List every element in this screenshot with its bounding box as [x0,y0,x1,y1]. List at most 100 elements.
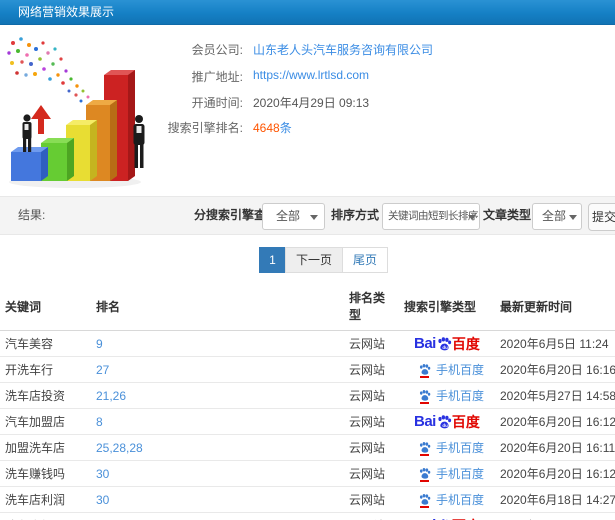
engine-rank-value: 4648条 [253,119,292,136]
engine-cell: 手机百度 [399,486,495,513]
bar-blue [11,147,48,181]
confetti-dots [7,37,95,105]
open-time-value: 2020年4月29日 09:13 [253,96,370,110]
businessman-left [22,114,32,152]
keyword-cell: 加盟洗车店 [0,434,91,461]
rank-type-cell: 云网站 [344,434,399,461]
chevron-down-icon [310,215,318,220]
promo-url-label: 推广地址: [191,70,243,84]
mobile-baidu-badge: 手机百度 [418,439,484,456]
svg-text:du: du [442,422,448,427]
engine-cell: 手机百度 [399,460,495,487]
keyword-cell: 洗车赚钱吗 [0,460,91,487]
baidu-paw-icon: du [436,336,452,352]
col-rank-type: 排名类型 [344,281,399,331]
table-row: 洗车店加盟 3 云网站 Bai du [0,512,615,520]
col-engine-type: 搜索引擎类型 [399,281,495,331]
red-underline [420,401,429,404]
col-rank: 排名 [91,281,344,331]
keyword-cell: 开洗车行 [0,356,91,383]
update-time-cell: 2020年6月18日 14:30 [495,512,615,520]
article-select-value: 全部 [542,209,567,223]
table-row: 洗车店利润 30 云网站 手机百度 2020年6月18日 14:27 [0,486,615,513]
sort-select-value: 关键词由短到长排序 [388,210,479,222]
mobile-baidu-badge: 手机百度 [418,465,484,482]
mobile-baidu-paw-icon [418,493,431,508]
rank-type-cell: 云网站 [344,486,399,513]
page-last-button[interactable]: 尾页 [342,247,389,273]
engine-rank-row: 搜索引擎排名: 4648条 [155,119,595,137]
red-underline [420,453,429,456]
chevron-down-icon [468,215,476,220]
top-header-bar: 网络营销效果展示 [0,0,615,25]
mobile-baidu-badge: 手机百度 [418,361,484,378]
rank-cell: 9 [91,330,344,357]
engine-cell: 手机百度 [399,382,495,409]
sort-filter-label: 排序方式 [331,208,380,222]
keyword-cell: 洗车店利润 [0,486,91,513]
filter-bar: 结果: 分搜索引擎查看 全部 排序方式 关键词由短到长排序 文章类型 全部 提交 [0,196,615,235]
baidu-paw-icon: du [436,414,452,430]
mobile-baidu-paw-icon [418,467,431,482]
table-row: 汽车加盟店 8 云网站 Bai du 百度 2020年6月20日 16:12 [0,408,615,435]
promo-url-link[interactable]: https://www.lrtlsd.com [253,68,369,82]
engine-cell: Bai du 百度 [399,512,495,520]
promo-url-row: 推广地址: https://www.lrtlsd.com [155,68,595,86]
update-time-cell: 2020年6月5日 11:24 [495,330,615,357]
red-underline [420,505,429,508]
open-time-row: 开通时间: 2020年4月29日 09:13 [155,94,595,112]
table-row: 汽车美容 9 云网站 Bai du 百度 2020年6月5日 11:24 [0,330,615,357]
col-update-time: 最新更新时间 [495,281,615,331]
rank-type-cell: 云网站 [344,512,399,520]
page-next-button[interactable]: 下一页 [285,247,344,273]
col-keyword: 关键词 [0,281,91,331]
table-header-row: 关键词 排名 排名类型 搜索引擎类型 最新更新时间 [0,281,615,331]
article-filter-label: 文章类型 [483,208,532,222]
result-label: 结果: [18,208,46,222]
update-time-cell: 2020年6月20日 16:12 [495,408,615,435]
rank-type-cell: 云网站 [344,330,399,357]
rank-cell: 30 [91,460,344,487]
rank-count: 4648 [253,121,280,135]
table-row: 加盟洗车店 25,28,28 云网站 手机百度 2020年6月20日 16:11 [0,434,615,461]
baidu-logo: Bai du 百度 [414,335,480,352]
keyword-cell: 洗车店加盟 [0,512,91,520]
baidu-logo: Bai du 百度 [414,516,480,520]
update-time-cell: 2020年6月20日 16:16 [495,356,615,383]
article-type-select[interactable]: 全部 [532,203,582,230]
table-row: 洗车赚钱吗 30 云网站 手机百度 2020年6月20日 16:12 [0,460,615,487]
engine-select-value: 全部 [276,209,301,223]
up-arrow-icon [31,105,51,134]
rank-type-cell: 云网站 [344,460,399,487]
rank-cell: 25,28,28 [91,434,344,461]
mobile-baidu-paw-icon [418,441,431,456]
page-title: 网络营销效果展示 [18,5,115,19]
rank-type-cell: 云网站 [344,382,399,409]
engine-select[interactable]: 全部 [262,203,325,230]
update-time-cell: 2020年6月18日 14:27 [495,486,615,513]
member-company-link[interactable]: 山东老人头汽车服务咨询有限公司 [253,41,433,58]
update-time-cell: 2020年6月20日 16:11 [495,434,615,461]
page: 网络营销效果展示 会员公司: 山东老人头汽车服务咨询有限公司 推广地址: htt… [0,0,615,520]
baidu-logo: Bai du 百度 [414,413,480,430]
engine-rank-label: 搜索引擎排名: [167,121,243,135]
red-underline [420,375,429,378]
results-table-body: 汽车美容 9 云网站 Bai du 百度 2020年6月5日 11:24 开洗车… [0,330,615,520]
rank-type-cell: 云网站 [344,356,399,383]
submit-button[interactable]: 提交 [588,203,615,231]
rank-cell: 8 [91,408,344,435]
keyword-cell: 汽车美容 [0,330,91,357]
rank-cell: 30 [91,486,344,513]
rank-unit: 条 [279,121,292,135]
businessman-right [133,115,145,168]
mobile-baidu-badge: 手机百度 [418,491,484,508]
update-time-cell: 2020年5月27日 14:58 [495,382,615,409]
red-underline [420,479,429,482]
keyword-cell: 洗车店投资 [0,382,91,409]
growth-chart-illustration [7,37,145,188]
engine-cell: 手机百度 [399,356,495,383]
results-table: 关键词 排名 排名类型 搜索引擎类型 最新更新时间 汽车美容 9 云网站 Bai [0,281,615,520]
engine-cell: 手机百度 [399,434,495,461]
sort-select[interactable]: 关键词由短到长排序 [382,203,480,230]
page-current[interactable]: 1 [259,247,286,273]
